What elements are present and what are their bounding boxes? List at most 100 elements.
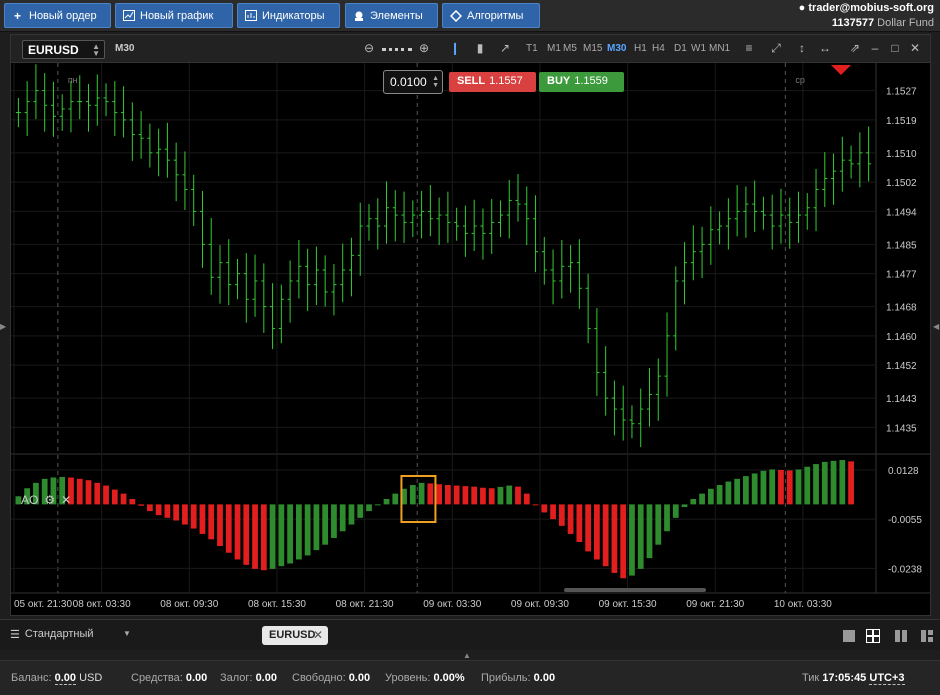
sell-button[interactable]: SELL 1.1557	[449, 72, 536, 92]
chart-plot-area[interactable]: 1.1527 1.1519 1.1510 1.1502 1.1494 1.1485 1.14…	[11, 63, 930, 615]
candles-type-icon[interactable]: ▮	[472, 40, 488, 57]
sell-label: SELL	[457, 75, 486, 87]
ao-bar	[795, 469, 802, 505]
balance-item: Баланс: 0.00 USD	[11, 672, 102, 685]
tab-eurusd[interactable]: EURUSD ✕	[262, 626, 328, 645]
new-order-button[interactable]: + Новый ордер	[4, 3, 111, 28]
panel-handle-icon[interactable]: ▲	[463, 651, 471, 660]
timeframe-w1[interactable]: W1	[691, 43, 706, 54]
timeframe-mn1[interactable]: MN1	[709, 43, 730, 54]
layout-grid-icon[interactable]	[866, 629, 880, 643]
trend-line-icon[interactable]: ⤢	[768, 40, 784, 57]
elements-icon	[352, 9, 365, 22]
zoom-out-icon[interactable]: ⊖	[361, 40, 377, 57]
left-panel-arrow-icon[interactable]: ▶	[0, 322, 6, 331]
draw-tools-icon[interactable]: ≡	[741, 40, 757, 57]
layout-single-icon[interactable]	[842, 629, 856, 643]
timeframe-m1[interactable]: M1	[547, 43, 561, 54]
ao-bar	[576, 504, 583, 542]
timeframe-h4[interactable]: H4	[652, 43, 665, 54]
indicators-button[interactable]: Индикаторы	[237, 3, 340, 28]
timeframe-d1[interactable]: D1	[674, 43, 687, 54]
close-icon[interactable]: ✕	[907, 40, 923, 57]
account-id: 1137577	[831, 17, 875, 29]
ao-bar	[366, 504, 372, 512]
ao-bar	[76, 478, 83, 505]
ao-bar	[760, 470, 767, 505]
timeframe-h1[interactable]: H1	[634, 43, 647, 54]
ao-bar	[550, 504, 556, 520]
ao-bar	[392, 493, 399, 505]
ao-bar	[655, 504, 662, 545]
ao-bar	[611, 504, 618, 573]
buy-button[interactable]: BUY 1.1559	[539, 72, 624, 92]
zoom-in-icon[interactable]: ⊕	[416, 40, 432, 57]
layout-columns-icon[interactable]	[894, 629, 908, 643]
ao-bar	[199, 504, 206, 534]
ao-bar	[690, 499, 697, 505]
timeframe-m30[interactable]: M30	[607, 43, 626, 54]
price-tick-label: 1.1452	[886, 361, 917, 372]
price-tick-label: 1.1443	[886, 394, 917, 405]
level-item: Уровень: 0.00%	[385, 672, 465, 684]
new-chart-button[interactable]: Новый график	[115, 3, 233, 28]
lot-size-input[interactable]: 0.0100 ▲ ▼	[383, 70, 443, 94]
right-panel-arrow-icon[interactable]: ◀	[933, 322, 939, 331]
ao-bar	[804, 466, 811, 505]
ao-bar	[585, 504, 592, 552]
balance-value[interactable]: 0.00	[54, 672, 76, 685]
ao-bar	[164, 504, 171, 518]
vertical-line-icon[interactable]: ↕	[794, 40, 810, 57]
ao-bar	[182, 504, 188, 525]
line-type-icon[interactable]: ↗	[497, 40, 513, 57]
close-tab-icon[interactable]: ✕	[313, 628, 323, 642]
free-item: Свободно: 0.00	[292, 672, 370, 684]
spinner-icon[interactable]: ▲ ▼	[432, 75, 439, 89]
bars-type-icon[interactable]: ❙	[447, 40, 463, 57]
price-tick-label: 1.1460	[886, 332, 917, 343]
ao-tick-label: -0.0238	[888, 564, 922, 575]
ao-bar	[418, 482, 425, 505]
elements-button[interactable]: Элементы	[345, 3, 438, 28]
profit-value: 0.00	[533, 672, 556, 684]
algorithms-button[interactable]: Алгоритмы	[442, 3, 540, 28]
gear-icon[interactable]: ⚙	[44, 493, 55, 507]
ao-bar	[629, 504, 635, 576]
workspace-tabstrip: ☰ Стандартный ▼ EURUSD ✕	[0, 619, 940, 650]
zoom-slider[interactable]	[382, 48, 412, 51]
diamond-icon	[449, 9, 462, 22]
layout-name: Стандартный	[24, 628, 94, 640]
ao-bar	[488, 488, 495, 505]
ao-bar	[813, 464, 819, 505]
chart-svg: 1.1527 1.1519 1.1510 1.1502 1.1494 1.1485 1.14…	[11, 63, 930, 615]
layout-split-icon[interactable]	[920, 629, 934, 643]
horizontal-line-icon[interactable]: ↔	[817, 40, 833, 57]
time-tick-label: 08 окт. 03:30	[73, 599, 131, 610]
account-info[interactable]: ● trader@mobius-soft.org 1137577 Dollar …	[799, 1, 934, 31]
ao-bar	[217, 504, 223, 547]
minimize-icon[interactable]: –	[867, 40, 883, 57]
top-toolbar: + Новый ордер Новый график Индикаторы Эл…	[0, 0, 940, 32]
ao-bar	[471, 486, 478, 505]
close-indicator-icon[interactable]: ✕	[61, 493, 71, 507]
account-fund: Dollar Fund	[877, 17, 934, 29]
profit-label: Прибыль:	[481, 672, 531, 684]
layout-selector[interactable]: ☰ Стандартный ▼	[10, 628, 131, 641]
symbol-selector[interactable]: EURUSD ▲ ▼	[22, 40, 105, 59]
timeframe-m5[interactable]: M5	[563, 43, 577, 54]
timeframe-t1[interactable]: T1	[526, 43, 538, 54]
ao-bar	[322, 504, 329, 545]
lot-size-value: 0.0100	[390, 75, 427, 89]
maximize-icon[interactable]: □	[887, 40, 903, 57]
timezone-selector[interactable]: UTC+3	[869, 672, 905, 685]
ao-bar	[103, 485, 109, 505]
tab-label: EURUSD	[269, 629, 316, 641]
timeframe-m15[interactable]: M15	[583, 43, 602, 54]
plus-icon: +	[13, 8, 21, 23]
ao-bar	[445, 485, 451, 505]
detach-icon[interactable]: ⇗	[847, 40, 863, 57]
ao-bar	[558, 504, 565, 526]
ao-bar	[453, 485, 460, 505]
chart-window: EURUSD ▲ ▼ M30 ⊖ ⊕ ❙ ▮ ↗ T1 M1 M5 M15 M30 H1 H4…	[10, 34, 931, 616]
price-tick-label: 1.1494	[886, 207, 917, 218]
